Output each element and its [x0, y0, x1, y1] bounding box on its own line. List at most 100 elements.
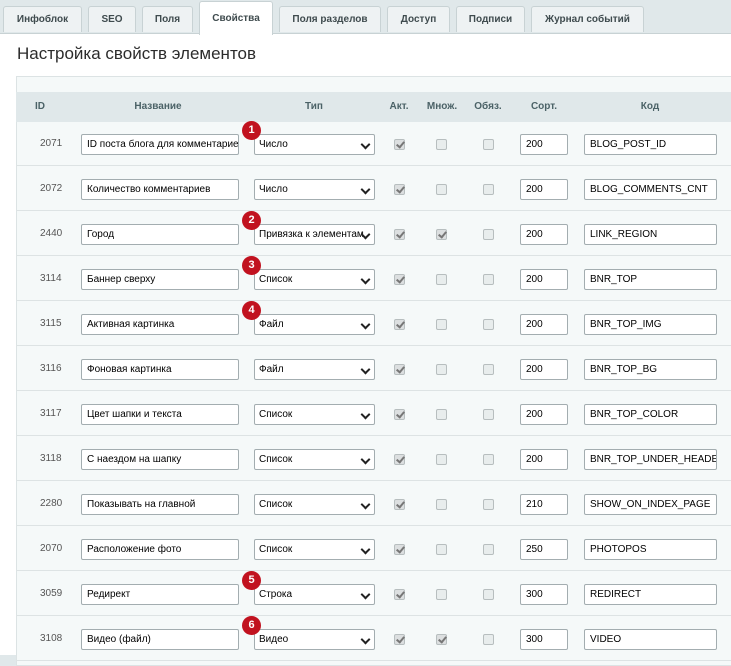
property-type-select[interactable]: Список	[254, 449, 375, 470]
table-header: ID Название Тип Акт. Множ. Обяз. Сорт. К…	[16, 92, 731, 122]
property-name-input[interactable]: Редирект	[81, 584, 239, 605]
property-type-select[interactable]: Список	[254, 539, 375, 560]
multiple-checkbox[interactable]	[436, 364, 447, 375]
active-checkbox[interactable]	[394, 454, 405, 465]
required-checkbox[interactable]	[483, 544, 494, 555]
property-name-input[interactable]: С наездом на шапку	[81, 449, 239, 470]
code-input[interactable]: PHOTOPOS	[584, 539, 717, 560]
sort-input[interactable]: 300	[520, 629, 568, 650]
multiple-checkbox[interactable]	[436, 274, 447, 285]
table-row: 3116 Фоновая картинка Файл 200 BNR_TOP_BG	[16, 347, 731, 391]
property-name-input[interactable]: Расположение фото	[81, 539, 239, 560]
property-type-select[interactable]: Строка	[254, 584, 375, 605]
code-input[interactable]: LINK_REGION	[584, 224, 717, 245]
multiple-checkbox[interactable]	[436, 499, 447, 510]
sort-input[interactable]: 300	[520, 584, 568, 605]
property-id: 3116	[40, 363, 62, 374]
active-checkbox[interactable]	[394, 499, 405, 510]
property-name-input[interactable]: Цвет шапки и текста	[81, 404, 239, 425]
sort-input[interactable]: 200	[520, 179, 568, 200]
table-row: 2440 Город Привязка к элементам 200 LINK_REG…	[16, 211, 731, 256]
code-input[interactable]: BNR_TOP_BG	[584, 359, 717, 380]
code-input[interactable]: BNR_TOP_COLOR	[584, 404, 717, 425]
multiple-checkbox[interactable]	[436, 229, 447, 240]
chevron-down-icon	[360, 589, 371, 600]
table-row: 2280 Показывать на главной Список 210 SHOW_O…	[16, 482, 731, 526]
property-name-input[interactable]: ID поста блога для комментариев	[81, 134, 239, 155]
property-type-select[interactable]: Файл	[254, 359, 375, 380]
required-checkbox[interactable]	[483, 184, 494, 195]
selected-type: Список	[259, 544, 293, 555]
required-checkbox[interactable]	[483, 364, 494, 375]
property-type-select[interactable]: Число	[254, 179, 375, 200]
sort-input[interactable]: 200	[520, 314, 568, 335]
required-checkbox[interactable]	[483, 409, 494, 420]
multiple-checkbox[interactable]	[436, 634, 447, 645]
table-layer: ID Название Тип Акт. Множ. Обяз. Сорт. К…	[0, 0, 731, 661]
active-checkbox[interactable]	[394, 409, 405, 420]
code-input[interactable]: BLOG_POST_ID	[584, 134, 717, 155]
multiple-checkbox[interactable]	[436, 139, 447, 150]
property-type-select[interactable]: Список	[254, 269, 375, 290]
required-checkbox[interactable]	[483, 589, 494, 600]
property-type-select[interactable]: Список	[254, 404, 375, 425]
required-checkbox[interactable]	[483, 454, 494, 465]
code-input[interactable]: BNR_TOP	[584, 269, 717, 290]
table-row: 3114 Баннер сверху Список 200 BNR_TOP 3	[16, 256, 731, 301]
property-type-select[interactable]: Файл	[254, 314, 375, 335]
required-checkbox[interactable]	[483, 319, 494, 330]
required-checkbox[interactable]	[483, 139, 494, 150]
sort-input[interactable]: 200	[520, 134, 568, 155]
code-input[interactable]: VIDEO	[584, 629, 717, 650]
property-id: 2070	[40, 543, 63, 554]
required-checkbox[interactable]	[483, 274, 494, 285]
active-checkbox[interactable]	[394, 274, 405, 285]
multiple-checkbox[interactable]	[436, 184, 447, 195]
active-checkbox[interactable]	[394, 364, 405, 375]
sort-input[interactable]: 210	[520, 494, 568, 515]
multiple-checkbox[interactable]	[436, 409, 447, 420]
property-name-input[interactable]: Показывать на главной	[81, 494, 239, 515]
sort-input[interactable]: 200	[520, 404, 568, 425]
required-checkbox[interactable]	[483, 229, 494, 240]
sort-input[interactable]: 200	[520, 449, 568, 470]
col-header-required: Обяз.	[474, 101, 502, 112]
sort-input[interactable]: 200	[520, 269, 568, 290]
property-name-input[interactable]: Активная картинка	[81, 314, 239, 335]
table-row: 2072 Количество комментариев Число 200 BLOG_…	[16, 167, 731, 211]
property-name-input[interactable]: Видео (файл)	[81, 629, 239, 650]
code-input[interactable]: BNR_TOP_IMG	[584, 314, 717, 335]
sort-input[interactable]: 250	[520, 539, 568, 560]
sort-input[interactable]: 200	[520, 359, 568, 380]
property-id: 2071	[40, 138, 63, 149]
tab-properties[interactable]: Свойства	[199, 1, 273, 35]
code-input[interactable]: BLOG_COMMENTS_CNT	[584, 179, 717, 200]
property-name-input[interactable]: Баннер сверху	[81, 269, 239, 290]
multiple-checkbox[interactable]	[436, 319, 447, 330]
col-header-type: Тип	[305, 101, 323, 112]
code-input[interactable]: BNR_TOP_UNDER_HEADER	[584, 449, 717, 470]
property-name-input[interactable]: Фоновая картинка	[81, 359, 239, 380]
property-id: 3118	[40, 453, 62, 464]
code-input[interactable]: REDIRECT	[584, 584, 717, 605]
active-checkbox[interactable]	[394, 634, 405, 645]
property-type-select[interactable]: Список	[254, 494, 375, 515]
required-checkbox[interactable]	[483, 499, 494, 510]
property-type-select[interactable]: Видео	[254, 629, 375, 650]
sort-input[interactable]: 200	[520, 224, 568, 245]
code-input[interactable]: SHOW_ON_INDEX_PAGE	[584, 494, 717, 515]
required-checkbox[interactable]	[483, 634, 494, 645]
multiple-checkbox[interactable]	[436, 454, 447, 465]
active-checkbox[interactable]	[394, 229, 405, 240]
property-name-input[interactable]: Количество комментариев	[81, 179, 239, 200]
active-checkbox[interactable]	[394, 184, 405, 195]
property-type-select[interactable]: Привязка к элементам	[254, 224, 375, 245]
active-checkbox[interactable]	[394, 544, 405, 555]
multiple-checkbox[interactable]	[436, 544, 447, 555]
property-type-select[interactable]: Число	[254, 134, 375, 155]
active-checkbox[interactable]	[394, 319, 405, 330]
active-checkbox[interactable]	[394, 139, 405, 150]
active-checkbox[interactable]	[394, 589, 405, 600]
property-name-input[interactable]: Город	[81, 224, 239, 245]
multiple-checkbox[interactable]	[436, 589, 447, 600]
